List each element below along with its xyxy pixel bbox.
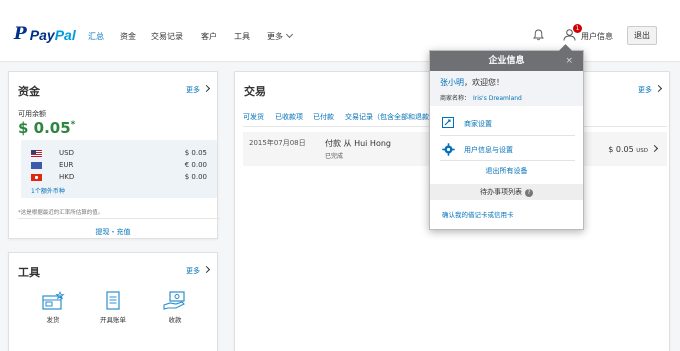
merchant-name: Iris's Dreamland — [473, 95, 522, 102]
transaction-status: 已完成 — [325, 153, 344, 160]
currency-amount: $ 0.05 — [184, 149, 207, 157]
currency-code: EUR — [59, 161, 74, 169]
user-settings-label: 用户信息与设置 — [464, 146, 513, 154]
currency-row-hkd: HKD $ 0.00 — [31, 173, 211, 183]
available-balance-label: 可用余额 — [18, 110, 46, 118]
transaction-amount: $ 0.05 USD — [608, 144, 659, 154]
more-currencies-link[interactable]: 1个额外币种 — [31, 186, 65, 195]
gear-icon — [442, 143, 455, 156]
popup-title: 企业信息 — [488, 56, 525, 66]
currency-amount: $ 0.00 — [184, 173, 207, 181]
tools-card: 工具 更多 发货 开具账单 收款 — [8, 252, 218, 351]
paypal-logo[interactable]: P PayPal — [14, 26, 76, 43]
divider — [440, 135, 575, 136]
available-balance-value: $ 0.05 — [18, 119, 71, 137]
logout-button[interactable]: 退出 — [627, 26, 657, 45]
funds-card: 资金 更多 可用余额 $ 0.05* USD $ 0.05 EUR € 0.00 — [8, 71, 220, 239]
invoice-icon — [106, 291, 120, 310]
user-settings-link[interactable]: 用户信息与设置 — [442, 143, 513, 156]
transaction-currency: USD — [636, 148, 648, 154]
logo-pal-text: Pal — [54, 26, 76, 43]
divider — [18, 218, 220, 219]
nav-funds[interactable]: 资金 — [120, 31, 136, 42]
funds-more-link[interactable]: 更多 — [186, 84, 211, 95]
transaction-amount-value: $ 0.05 — [608, 145, 634, 154]
popup-header: 企业信息 × — [430, 51, 583, 71]
shipping-icon — [42, 291, 65, 310]
chevron-right-icon — [202, 84, 211, 93]
currency-row-usd: USD $ 0.05 — [31, 149, 211, 159]
funds-more-label: 更多 — [186, 86, 200, 94]
tool-label: 发货 — [46, 316, 60, 324]
transaction-date: 2015年07月08日 — [249, 139, 306, 147]
chevron-right-icon — [650, 144, 659, 153]
todo-list-header: 待办事项列表? — [430, 184, 583, 200]
nav-summary[interactable]: 汇总 — [88, 31, 104, 42]
merchant-label: 商家名称： — [440, 95, 471, 102]
currency-list: USD $ 0.05 EUR € 0.00 HKD $ 0.00 1个额外币种 — [21, 140, 217, 198]
withdraw-deposit-link[interactable]: 提现・充值 — [9, 227, 217, 237]
funds-title: 资金 — [18, 85, 40, 98]
nav-customers[interactable]: 客户 — [201, 31, 217, 42]
transaction-title: 付款 从 Hui Hong — [325, 139, 391, 148]
nav-activity[interactable]: 交易记录 — [151, 31, 183, 42]
tool-label: 收款 — [168, 316, 182, 324]
tab-money-sent[interactable]: 已付款 — [313, 112, 334, 122]
tools-more-link[interactable]: 更多 — [186, 265, 211, 276]
tools-title: 工具 — [18, 266, 40, 279]
nav-more[interactable]: 更多 — [267, 30, 294, 42]
us-flag-icon — [31, 150, 42, 157]
logo-pay-text: Pay — [29, 26, 55, 43]
divider — [440, 160, 575, 161]
chevron-right-icon — [654, 84, 663, 93]
currency-amount: € 0.00 — [184, 161, 207, 169]
nav-more-label: 更多 — [267, 32, 283, 41]
close-icon[interactable]: × — [565, 51, 573, 71]
tool-shipping[interactable]: 发货 — [33, 291, 73, 324]
welcome-suffix: ，欢迎您！ — [464, 78, 504, 87]
merchant-settings-label: 商家设置 — [464, 120, 492, 128]
todo-title: 待办事项列表 — [480, 188, 522, 196]
welcome-section: 张小明，欢迎您！ 商家名称： Iris's Dreamland — [430, 71, 583, 106]
transactions-more-label: 更多 — [638, 86, 652, 94]
tools-more-label: 更多 — [186, 267, 200, 275]
asterisk-mark: * — [70, 120, 76, 130]
nav-tools[interactable]: 工具 — [234, 31, 250, 42]
chevron-down-icon — [285, 30, 294, 39]
confirm-card-link[interactable]: 确认我的借记卡或信用卡 — [442, 209, 514, 219]
user-info-link[interactable]: 用户信息 — [581, 31, 613, 42]
bell-icon[interactable] — [533, 29, 544, 41]
currency-code: HKD — [59, 173, 75, 181]
transactions-more-link[interactable]: 更多 — [638, 84, 663, 95]
tab-money-received[interactable]: 已收款项 — [275, 112, 303, 122]
payment-icon — [163, 291, 185, 310]
welcome-line: 张小明，欢迎您！ — [440, 77, 504, 88]
tool-invoice[interactable]: 开具账单 — [93, 291, 133, 324]
chevron-right-icon — [202, 265, 211, 274]
transactions-title: 交易 — [244, 85, 266, 98]
tool-label: 开具账单 — [100, 316, 126, 324]
currency-code: USD — [59, 149, 74, 157]
eu-flag-icon — [31, 162, 42, 169]
merchant-settings-icon — [442, 117, 454, 128]
exchange-rate-note: *这是根据最近的汇率所估算的值。 — [18, 210, 104, 216]
hk-flag-icon — [31, 174, 42, 181]
signout-all-devices-link[interactable]: 退出所有设备 — [430, 166, 583, 176]
merchant-settings-link[interactable]: 商家设置 — [442, 117, 492, 129]
business-info-popup: 企业信息 × 张小明，欢迎您！ 商家名称： Iris's Dreamland 商家… — [429, 44, 584, 230]
tab-all-activity[interactable]: 交易记录（包含全部和退款） — [345, 112, 436, 122]
currency-row-eur: EUR € 0.00 — [31, 161, 211, 171]
help-icon[interactable]: ? — [525, 189, 533, 197]
tool-payment[interactable]: 收款 — [155, 291, 195, 324]
paypal-p-icon: P — [14, 24, 27, 44]
tab-ready-to-ship[interactable]: 可发货 — [243, 112, 264, 122]
user-name: 张小明 — [440, 78, 464, 87]
merchant-line: 商家名称： Iris's Dreamland — [440, 93, 522, 102]
available-balance-amount: $ 0.05* — [18, 119, 75, 137]
